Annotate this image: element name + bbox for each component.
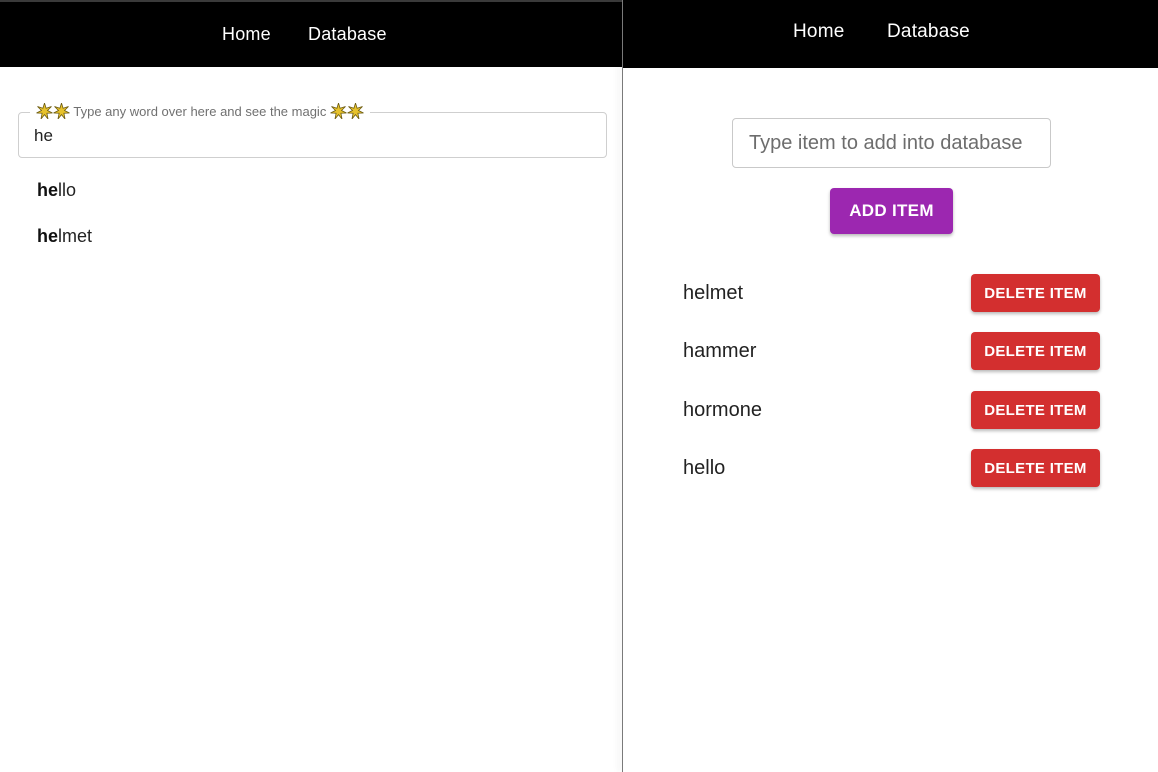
database-item-label: hormone xyxy=(683,399,762,421)
database-item-row: hammer DELETE ITEM xyxy=(683,332,1101,370)
word-search-field[interactable]: Type any word over here and see the magi… xyxy=(18,103,607,158)
delete-item-button[interactable]: DELETE ITEM xyxy=(971,332,1100,370)
suggestion-match-text: he xyxy=(37,180,59,200)
top-navbar: Home Database xyxy=(0,0,622,67)
left-window: Home Database Type any word over here an… xyxy=(0,0,622,772)
database-item-label: hammer xyxy=(683,340,757,362)
database-item-row: helmet DELETE ITEM xyxy=(683,274,1101,312)
add-item-input[interactable] xyxy=(732,118,1051,168)
sparkle-icon xyxy=(347,103,364,119)
database-item-row: hello DELETE ITEM xyxy=(683,449,1101,487)
suggestion-rest-text: llo xyxy=(58,180,77,200)
add-item-button[interactable]: ADD ITEM xyxy=(830,188,953,234)
sparkle-icon xyxy=(53,103,70,119)
search-label-text: Type any word over here and see the magi… xyxy=(73,104,327,119)
delete-item-button[interactable]: DELETE ITEM xyxy=(971,391,1100,429)
sparkle-icon xyxy=(330,103,347,119)
database-item-label: hello xyxy=(683,457,726,479)
delete-item-button[interactable]: DELETE ITEM xyxy=(971,449,1100,487)
right-window: Home Database ADD ITEM helmet DELETE ITE… xyxy=(623,0,1158,772)
nav-home-link[interactable]: Home xyxy=(793,21,844,43)
top-navbar: Home Database xyxy=(623,0,1158,68)
word-search-input[interactable] xyxy=(34,126,594,146)
database-item-row: hormone DELETE ITEM xyxy=(683,391,1101,429)
suggestion-match-text: he xyxy=(37,226,59,246)
suggestion-rest-text: lmet xyxy=(58,226,93,246)
nav-home-link[interactable]: Home xyxy=(222,24,271,45)
sparkle-icon xyxy=(36,103,53,119)
suggestion-item[interactable]: helmet xyxy=(37,226,92,247)
search-field-label: Type any word over here and see the magi… xyxy=(30,103,370,121)
suggestion-item[interactable]: hello xyxy=(37,180,76,201)
delete-item-button[interactable]: DELETE ITEM xyxy=(971,274,1100,312)
nav-database-link[interactable]: Database xyxy=(887,21,970,43)
database-item-label: helmet xyxy=(683,282,744,304)
nav-database-link[interactable]: Database xyxy=(308,24,387,45)
